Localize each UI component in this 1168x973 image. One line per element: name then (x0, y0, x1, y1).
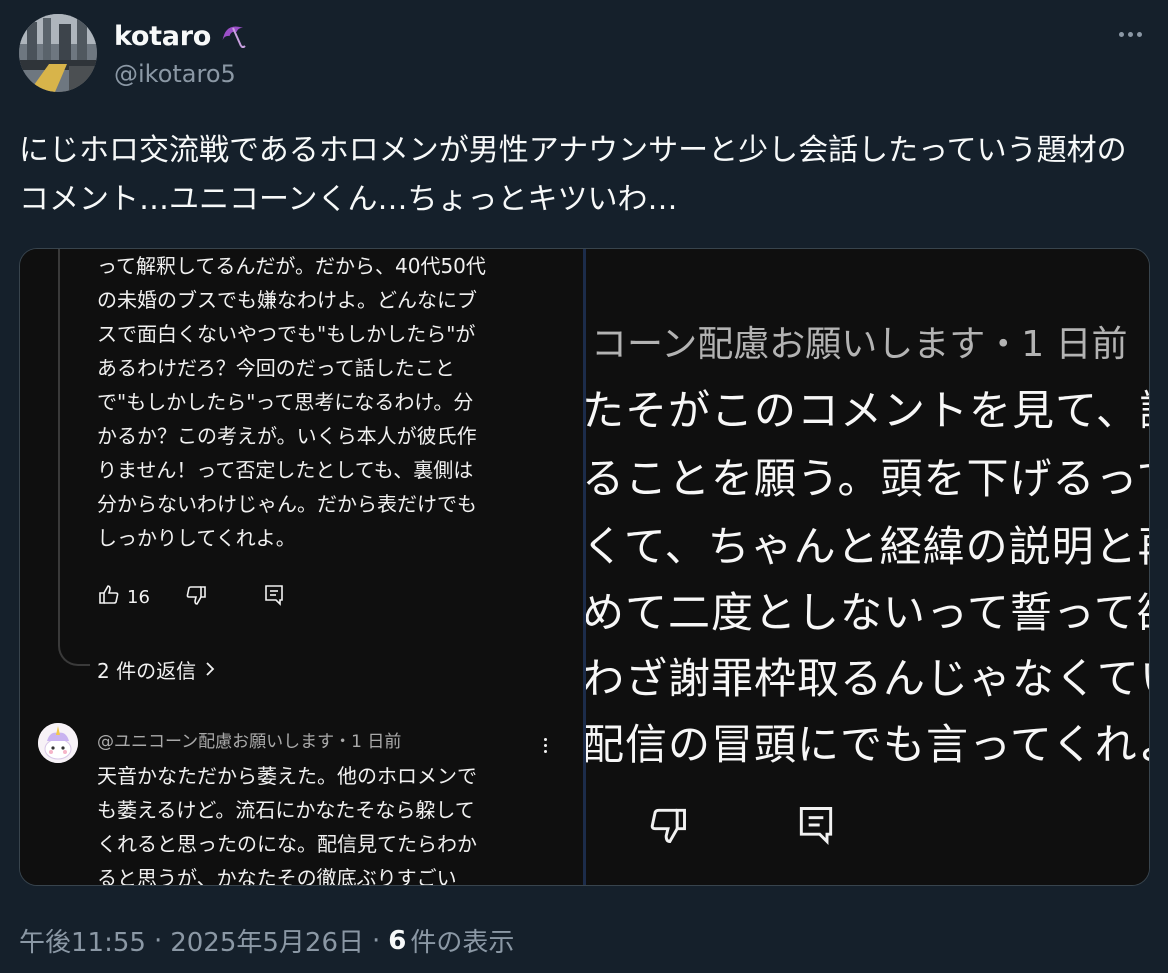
zoomed-comment-meta: コーン配慮お願いします・1 日前 (591, 324, 1128, 365)
replies-label: 2 件の返信 (97, 659, 197, 683)
comment-icon (262, 583, 286, 612)
separator: · (372, 925, 381, 956)
comment-line: しっかりしてくれよ。 (97, 526, 296, 550)
replies-toggle: 2 件の返信 (97, 655, 216, 684)
more-options-icon[interactable] (1114, 22, 1146, 46)
comment-line: かるか？この考えが。いくら本人が彼氏作 (97, 424, 477, 448)
zoomed-comment-line: くて、ちゃんと経緯の説明と再 (586, 522, 1149, 571)
comment-line: くれると思ったのにな。配信見てたらわか (97, 832, 477, 856)
comment-line: で"もしかしたら"って思考になるわけ。分 (97, 390, 474, 414)
display-name[interactable]: kotaro (114, 21, 211, 52)
thumbs-up-icon (97, 583, 121, 612)
comment-line: りません！って否定したとしても、裏側は (97, 458, 474, 482)
media-screenshot-right: コーン配慮お願いします・1 日前 たそがこのコメントを見て、謝 ることを願う。頭… (586, 249, 1149, 885)
like-count: 16 (127, 586, 150, 608)
umbrella-icon (217, 18, 249, 54)
media-screenshot-left: って解釈してるんだが。だから、40代50代 の未婚のブスでも嫌なわけよ。どんなに… (20, 249, 583, 885)
comment-line: も萎えるけど。流石にかなたそなら躱して (97, 798, 475, 822)
comment-2-text: 天音かなただから萎えた。他のホロメンで も萎えるけど。流石にかなたそなら躱して … (97, 759, 567, 886)
profile-avatar[interactable] (19, 14, 97, 92)
tweet-date[interactable]: 2025年5月26日 (170, 922, 364, 959)
comment-line: スで面白くないやつでも"もしかしたら"が (97, 322, 476, 346)
tweet-time[interactable]: 午後11:55 (19, 922, 146, 959)
zoomed-comment-line: 配信の冒頭にでも言ってくれよ (586, 720, 1149, 769)
zoomed-comment-line: たそがこのコメントを見て、謝 (586, 386, 1149, 435)
comment-line: の未婚のブスでも嫌なわけよ。どんなにブ (97, 288, 477, 312)
comment-1-text: って解釈してるんだが。だから、40代50代 の未婚のブスでも嫌なわけよ。どんなに… (97, 249, 567, 555)
thumbs-down-icon (646, 803, 690, 851)
zoomed-comment-line: めて二度としないって誓って欲 (586, 588, 1149, 637)
comment-line: 分からないわけじゃん。だから表だけでも (97, 492, 477, 516)
comment-menu-icon (538, 733, 552, 757)
thumbs-down-icon (184, 583, 208, 612)
separator: · (153, 925, 163, 956)
tweet-text: にじホロ交流戦であるホロメンが男性アナウンサーと少し会話したっていう題材のコメン… (19, 133, 1127, 217)
comment-line: あるわけだろ？今回のだって話したこと (97, 356, 455, 380)
zoomed-comment-line: ることを願う。頭を下げるって (586, 454, 1149, 503)
comment-2-meta: @ユニコーン配慮お願いします・1 日前 (97, 732, 402, 752)
user-name-row[interactable]: kotaro (114, 18, 249, 54)
tweet-footer: 午後11:55 · 2025年5月26日 · 6 件の表示 (19, 922, 514, 959)
reply-button (262, 583, 286, 612)
comment-line: って解釈してるんだが。だから、40代50代 (97, 254, 486, 278)
thread-connector-line (58, 249, 90, 666)
zoomed-comment-line: わざ謝罪枠取るんじゃなくてい (586, 654, 1149, 703)
chevron-right-icon (204, 658, 216, 682)
dislike-button (184, 583, 208, 612)
views-label: 件の表示 (410, 928, 515, 958)
comment-actions: 16 (97, 583, 286, 611)
comment-line: 天音かなただから萎えた。他のホロメンで (97, 764, 477, 788)
like-button: 16 (97, 583, 150, 612)
views-count: 6 (388, 925, 407, 956)
user-handle[interactable]: @ikotaro5 (114, 60, 236, 88)
unicorn-avatar-icon (38, 723, 78, 763)
tweet-media[interactable]: って解釈してるんだが。だから、40代50代 の未婚のブスでも嫌なわけよ。どんなに… (19, 248, 1150, 886)
comment-icon (794, 803, 838, 851)
comment-line: ると思うが、かなたその徹底ぶりすごい (97, 866, 457, 886)
